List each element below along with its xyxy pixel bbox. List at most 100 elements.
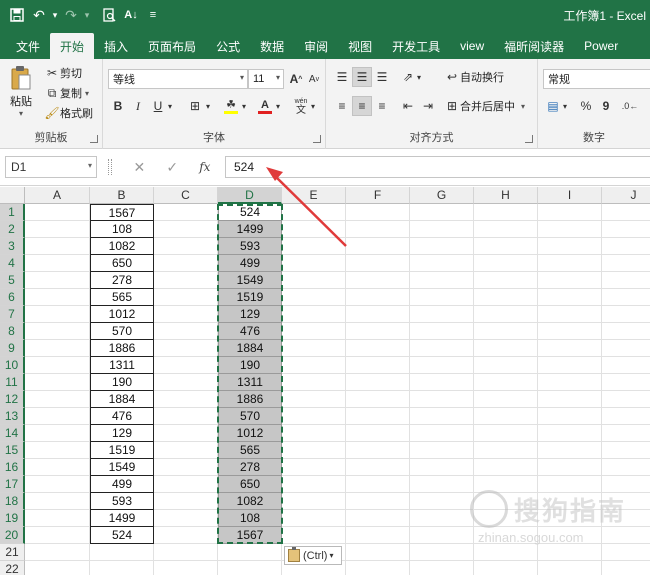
cell-d14[interactable]: 1012	[218, 425, 282, 442]
formula-bar-splitter[interactable]	[108, 159, 112, 175]
cell-d7[interactable]: 129	[218, 306, 282, 323]
font-name-select[interactable]: 等线 ▾	[108, 69, 248, 89]
cell-b16[interactable]: 1549	[90, 459, 154, 476]
cell-b10[interactable]: 1311	[90, 357, 154, 374]
row-header-4[interactable]: 4	[0, 255, 25, 272]
paste-options-button[interactable]: (Ctrl) ▾	[284, 546, 342, 565]
undo-icon[interactable]: ↶	[28, 4, 50, 26]
italic-button[interactable]: I	[128, 96, 148, 116]
cell-d13[interactable]: 570	[218, 408, 282, 425]
cell-d17[interactable]: 650	[218, 476, 282, 493]
row-header-3[interactable]: 3	[0, 238, 25, 255]
row-header-14[interactable]: 14	[0, 425, 25, 442]
font-size-select[interactable]: 11 ▾	[248, 69, 284, 89]
font-color-dropdown-icon[interactable]: ▾	[273, 96, 283, 116]
cell-b8[interactable]: 570	[90, 323, 154, 340]
row-header-6[interactable]: 6	[0, 289, 25, 306]
paste-button[interactable]: 粘贴 ▾	[6, 65, 36, 118]
column-header-a[interactable]: A	[25, 187, 90, 204]
percent-style-button[interactable]: %	[576, 96, 596, 116]
row-header-8[interactable]: 8	[0, 323, 25, 340]
column-header-g[interactable]: G	[410, 187, 474, 204]
copy-button[interactable]: ⧉ 复制 ▾	[44, 85, 89, 101]
decrease-font-size-icon[interactable]: Av	[304, 69, 324, 89]
redo-dropdown-icon[interactable]: ▾	[82, 4, 92, 26]
decrease-indent-icon[interactable]: ⇤	[398, 96, 418, 116]
increase-indent-icon[interactable]: ⇥	[418, 96, 438, 116]
save-icon[interactable]	[6, 4, 28, 26]
tab-foxit-reader[interactable]: 福昕阅读器	[494, 33, 574, 59]
increase-font-size-icon[interactable]: A ^	[286, 69, 306, 89]
row-header-2[interactable]: 2	[0, 221, 25, 238]
phonetic-guide-dropdown-icon[interactable]: ▾	[308, 96, 318, 116]
align-center-icon[interactable]: ≡	[352, 96, 372, 116]
tab-developer[interactable]: 开发工具	[382, 33, 450, 59]
column-header-i[interactable]: I	[538, 187, 602, 204]
column-header-h[interactable]: H	[474, 187, 538, 204]
tab-data[interactable]: 数据	[250, 33, 294, 59]
row-header-11[interactable]: 11	[0, 374, 25, 391]
cell-b19[interactable]: 1499	[90, 510, 154, 527]
cancel-icon[interactable]: ✕	[134, 159, 146, 176]
fill-color-dropdown-icon[interactable]: ▾	[239, 96, 249, 116]
cell-d10[interactable]: 190	[218, 357, 282, 374]
row-header-9[interactable]: 9	[0, 340, 25, 357]
tab-home[interactable]: 开始	[50, 33, 95, 59]
column-header-b[interactable]: B	[90, 187, 154, 204]
tab-view-en[interactable]: view	[450, 33, 494, 59]
cell-b20[interactable]: 524	[90, 527, 154, 544]
underline-dropdown-icon[interactable]: ▾	[165, 96, 175, 116]
cell-b17[interactable]: 499	[90, 476, 154, 493]
border-icon[interactable]: ⊞	[185, 96, 205, 116]
cell-b2[interactable]: 108	[90, 221, 154, 238]
tab-file[interactable]: 文件	[6, 33, 50, 59]
formula-input[interactable]: 524	[225, 156, 650, 178]
cell-b11[interactable]: 190	[90, 374, 154, 391]
tab-insert[interactable]: 插入	[94, 33, 138, 59]
tab-review[interactable]: 审阅	[294, 33, 338, 59]
align-right-icon[interactable]: ≡	[372, 96, 392, 116]
cell-d8[interactable]: 476	[218, 323, 282, 340]
cell-b14[interactable]: 129	[90, 425, 154, 442]
cell-b13[interactable]: 476	[90, 408, 154, 425]
number-format-select[interactable]: 常规	[543, 69, 650, 89]
cell-b18[interactable]: 593	[90, 493, 154, 510]
select-all-corner[interactable]	[0, 187, 25, 204]
cell-d19[interactable]: 108	[218, 510, 282, 527]
orientation-dropdown-icon[interactable]: ▾	[414, 67, 424, 87]
merge-center-button[interactable]: ⊞ 合并后居中 ▾	[444, 98, 525, 114]
undo-dropdown-icon[interactable]: ▾	[50, 4, 60, 26]
row-header-7[interactable]: 7	[0, 306, 25, 323]
column-header-j[interactable]: J	[602, 187, 650, 204]
fill-color-icon[interactable]: ☘	[221, 96, 241, 116]
column-header-c[interactable]: C	[154, 187, 218, 204]
row-header-5[interactable]: 5	[0, 272, 25, 289]
tab-page-layout[interactable]: 页面布局	[138, 33, 206, 59]
tab-power[interactable]: Power	[574, 33, 628, 59]
font-launcher-icon[interactable]	[313, 135, 321, 143]
row-header-19[interactable]: 19	[0, 510, 25, 527]
cell-b5[interactable]: 278	[90, 272, 154, 289]
comma-style-button[interactable]: 9	[596, 96, 616, 116]
redo-icon[interactable]: ↷	[60, 4, 82, 26]
cell-d16[interactable]: 278	[218, 459, 282, 476]
cell-d6[interactable]: 1519	[218, 289, 282, 306]
cell-d18[interactable]: 1082	[218, 493, 282, 510]
enter-icon[interactable]: ✓	[166, 159, 178, 176]
row-header-18[interactable]: 18	[0, 493, 25, 510]
cell-d15[interactable]: 565	[218, 442, 282, 459]
cell-b9[interactable]: 1886	[90, 340, 154, 357]
row-header-13[interactable]: 13	[0, 408, 25, 425]
print-preview-icon[interactable]	[98, 4, 120, 26]
border-dropdown-icon[interactable]: ▾	[203, 96, 213, 116]
clipboard-launcher-icon[interactable]	[90, 135, 98, 143]
name-box[interactable]: D1 ▾	[5, 156, 97, 178]
cell-d9[interactable]: 1884	[218, 340, 282, 357]
cell-d4[interactable]: 499	[218, 255, 282, 272]
cell-d12[interactable]: 1886	[218, 391, 282, 408]
column-header-d[interactable]: D	[218, 187, 282, 204]
format-painter-button[interactable]: 🖌 格式刷	[44, 105, 93, 121]
align-middle-icon[interactable]: ☰	[352, 67, 372, 87]
insert-function-icon[interactable]: fx	[199, 160, 210, 174]
wrap-text-button[interactable]: ↩ 自动换行	[444, 69, 504, 85]
